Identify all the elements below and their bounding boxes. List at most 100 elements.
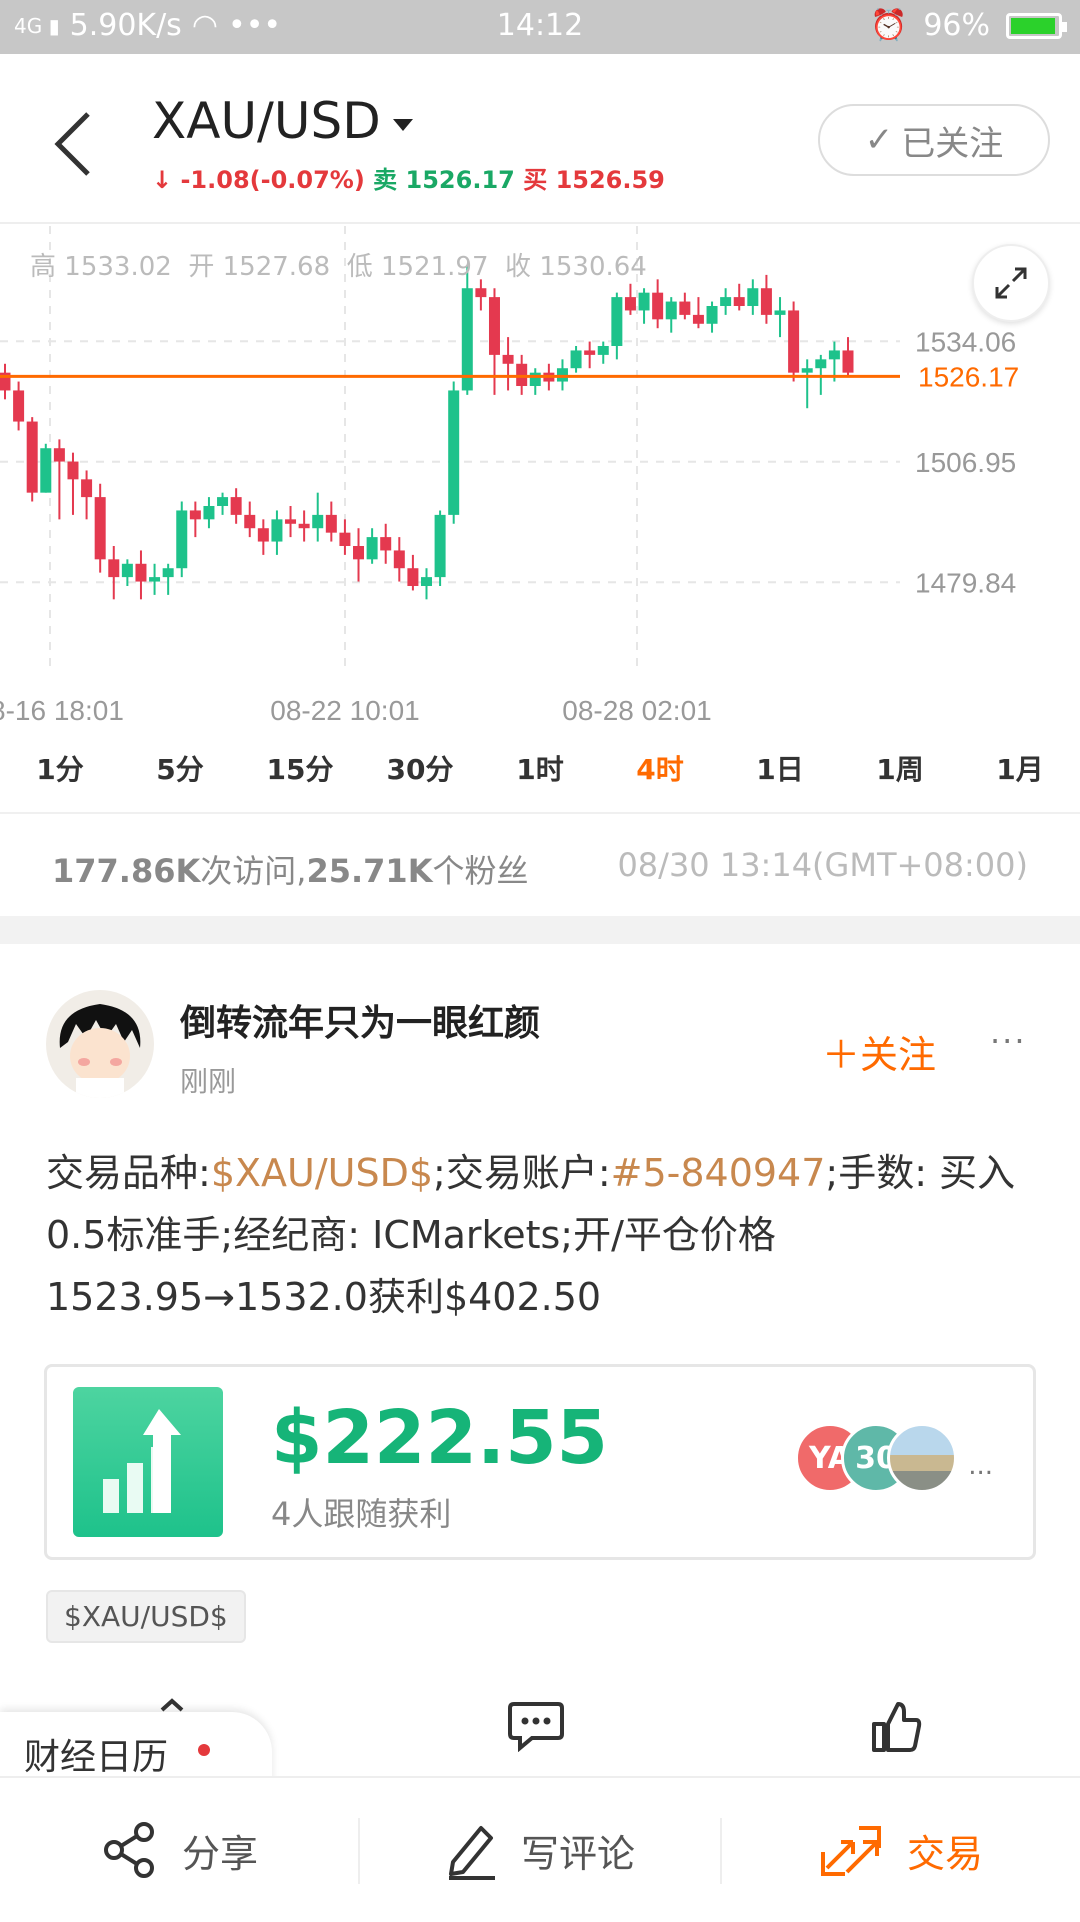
candle-body <box>488 297 500 355</box>
candle-body <box>149 577 161 582</box>
candle-body <box>529 372 541 386</box>
candle-body <box>434 514 446 578</box>
bar-growth-icon <box>73 1387 223 1537</box>
like-icon[interactable] <box>870 1700 922 1754</box>
author-name[interactable]: 倒转流年只为一眼红颜 <box>180 994 540 1046</box>
section-divider <box>0 916 1080 944</box>
battery-percent: 96% <box>923 8 990 43</box>
plus-icon: ＋ <box>822 1033 861 1077</box>
candle-body <box>285 519 297 524</box>
candle-body <box>421 577 432 586</box>
avatar[interactable] <box>46 990 154 1098</box>
close-label: 收 <box>505 252 532 282</box>
candle-body <box>339 532 351 546</box>
candle-body <box>257 528 269 542</box>
current-price-label: 1526.17 <box>918 361 1019 392</box>
share-label: 分享 <box>181 1831 258 1876</box>
high-label: 高 <box>30 252 57 282</box>
ohlc-summary: 高 1533.02 开 1527.68 低 1521.97 收 1530.64 <box>30 246 647 283</box>
candle-body <box>828 350 840 360</box>
candle-body <box>244 514 256 529</box>
candle-body <box>135 563 147 582</box>
period-tab[interactable]: 30分 <box>360 740 480 810</box>
candle-body <box>162 568 174 578</box>
candle-body <box>720 297 732 306</box>
cartoon-avatar-icon <box>59 1004 141 1098</box>
candle-body <box>380 537 392 551</box>
buy-price: 1526.59 <box>555 166 665 194</box>
period-tab[interactable]: 1日 <box>720 740 840 810</box>
period-tab[interactable]: 5分 <box>120 740 240 810</box>
candle-body <box>624 297 636 311</box>
caret-down-icon <box>392 118 413 131</box>
candlestick-chart[interactable]: 1534.06 1506.95 1479.84 1526.17 8-16 18:01 08… <box>0 226 1080 746</box>
symbol-link[interactable]: $XAU/USD$ <box>211 1151 433 1195</box>
candle-body <box>40 448 52 493</box>
profit-card[interactable]: $222.55 4人跟随获利 YA 30 ... <box>44 1364 1036 1560</box>
candle-body <box>570 350 582 369</box>
candle-body <box>706 306 718 324</box>
write-comment-button[interactable]: 写评论 <box>360 1778 720 1922</box>
followed-button[interactable]: ✓ 已关注 <box>818 104 1050 176</box>
candle-body <box>94 497 106 560</box>
expand-button[interactable] <box>972 244 1050 322</box>
candle-body <box>584 350 596 355</box>
quote-line: ↓ -1.08(-0.07%) 卖 1526.17 买 1526.59 <box>152 160 665 195</box>
buy-label: 买 <box>523 166 548 194</box>
candle-body <box>176 510 188 569</box>
candle-body <box>67 461 79 480</box>
post-time: 刚刚 <box>180 1065 237 1098</box>
y-tick-label: 1534.06 <box>915 326 1016 357</box>
back-arrow-icon[interactable] <box>44 104 104 184</box>
period-tab[interactable]: 1分 <box>0 740 120 810</box>
candle-body <box>217 497 229 506</box>
bottom-bar: 分享 写评论 交易 <box>0 1776 1080 1920</box>
more-followers-icon[interactable]: ... <box>968 1451 993 1481</box>
comment-icon[interactable] <box>508 1700 564 1752</box>
chart-area[interactable]: 1534.06 1506.95 1479.84 1526.17 8-16 18:01 08… <box>0 226 1080 746</box>
profit-followers-text: 4人跟随获利 <box>271 1495 452 1533</box>
share-button[interactable]: 分享 <box>0 1778 358 1922</box>
y-tick-label: 1506.95 <box>915 447 1016 478</box>
period-tab[interactable]: 4时 <box>600 740 720 810</box>
candle-body <box>81 479 93 498</box>
period-tab[interactable]: 15分 <box>240 740 360 810</box>
follow-label: 关注 <box>860 1033 937 1077</box>
candle-body <box>502 354 514 364</box>
calendar-label: 财经日历 <box>24 1737 169 1778</box>
period-selector: 1分 5分 15分 30分 1时 4时 1日 1周 1月 <box>0 740 1080 810</box>
high-value: 1533.02 <box>64 252 172 282</box>
fans-count: 25.71K <box>306 852 433 890</box>
candle-body <box>692 314 704 324</box>
symbol-tag[interactable]: $XAU/USD$ <box>46 1590 246 1643</box>
candle-body <box>665 301 677 320</box>
candle-body <box>393 550 405 569</box>
follow-author-button[interactable]: ＋关注 <box>822 1024 936 1079</box>
more-options-icon[interactable]: ··· <box>990 1022 1027 1060</box>
y-tick-label: 1479.84 <box>915 567 1016 598</box>
candle-body <box>13 390 25 422</box>
candle-body <box>652 292 664 320</box>
candle-body <box>26 421 38 493</box>
candle-body <box>108 559 120 578</box>
period-tab[interactable]: 1周 <box>840 740 960 810</box>
candle-body <box>679 301 691 315</box>
period-tab[interactable]: 1时 <box>480 740 600 810</box>
candle-body <box>774 310 786 315</box>
sell-label: 卖 <box>373 166 398 194</box>
candle-body <box>475 288 487 298</box>
candle-body <box>312 514 324 529</box>
pair-title[interactable]: XAU/USD <box>152 92 413 150</box>
low-value: 1521.97 <box>380 252 489 282</box>
close-value: 1530.64 <box>539 252 647 282</box>
trade-button[interactable]: 交易 <box>722 1778 1080 1922</box>
candle-body <box>325 514 337 533</box>
comment-label: 写评论 <box>520 1831 635 1876</box>
candle-body <box>842 350 854 373</box>
candle-body <box>230 497 242 515</box>
candle-body <box>448 390 460 515</box>
account-link[interactable]: #5-840947 <box>611 1151 826 1195</box>
candle-body <box>271 519 283 542</box>
period-tab[interactable]: 1月 <box>960 740 1080 810</box>
pair-title-text: XAU/USD <box>152 92 381 150</box>
